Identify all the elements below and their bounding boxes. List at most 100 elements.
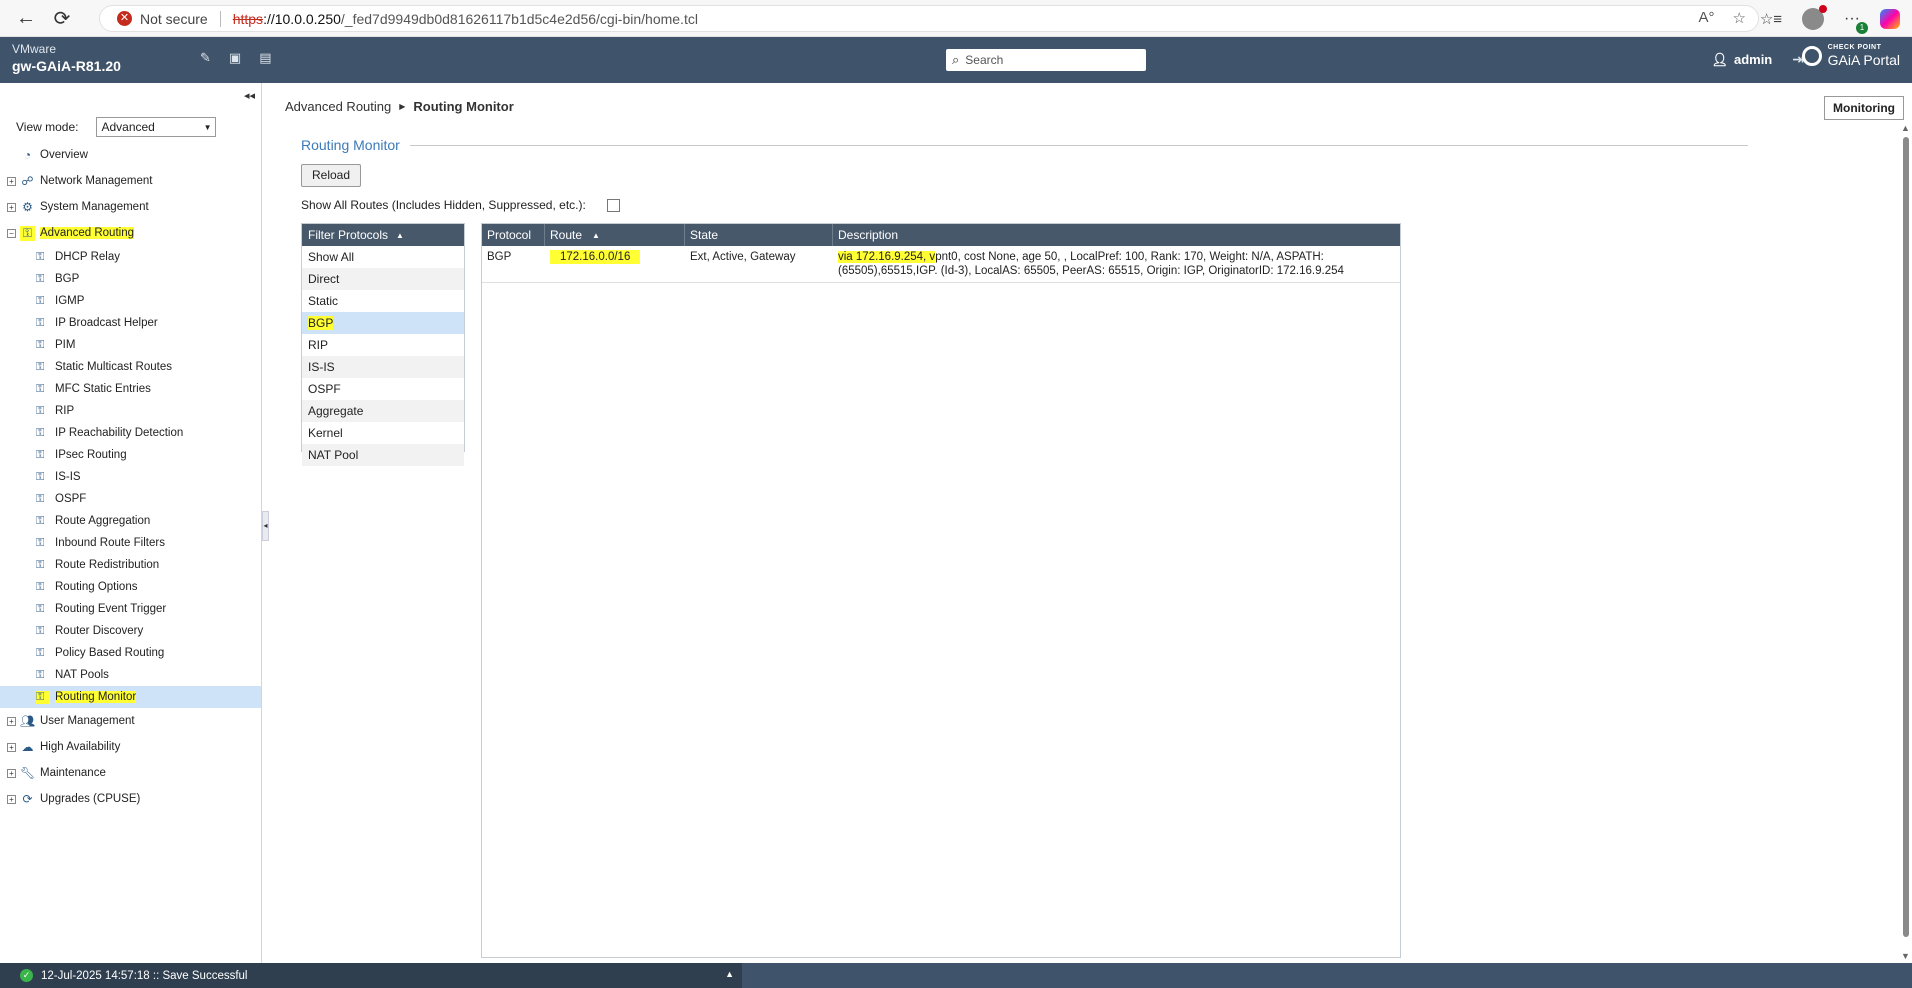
- security-status[interactable]: Not secure: [140, 11, 208, 27]
- favorites-icon[interactable]: ☆≡: [1760, 10, 1782, 28]
- user-name[interactable]: admin: [1734, 52, 1772, 67]
- url-host: ://10.0.0.250: [263, 10, 341, 27]
- document-icon[interactable]: ▤: [259, 50, 271, 66]
- pencil-icon[interactable]: ✎: [200, 50, 211, 66]
- routing-lock-icon: ⚿: [36, 624, 45, 637]
- expand-icon[interactable]: +: [7, 202, 16, 212]
- filter-item-direct[interactable]: Direct: [302, 268, 464, 290]
- sidebar-item-routing-monitor[interactable]: ⚿ Routing Monitor: [0, 686, 261, 708]
- sidebar-item-rip[interactable]: ⚿ RIP: [0, 400, 261, 422]
- scroll-thumb[interactable]: [1903, 137, 1909, 937]
- scroll-up-icon[interactable]: ▲: [1901, 123, 1910, 133]
- expand-icon[interactable]: +: [7, 768, 16, 778]
- sidebar-item-upgrades[interactable]: + ⟳ Upgrades (CPUSE): [0, 786, 261, 812]
- sidebar-item-router-discovery[interactable]: ⚿ Router Discovery: [0, 620, 261, 642]
- sidebar-item-high-availability[interactable]: + ☁ High Availability: [0, 734, 261, 760]
- collapse-icon[interactable]: −: [7, 228, 16, 238]
- copilot-icon[interactable]: [1880, 8, 1900, 29]
- filter-item-show-all[interactable]: Show All: [302, 246, 464, 268]
- search-icon: ⌕: [952, 52, 960, 67]
- sidebar-item-routing-event-trigger[interactable]: ⚿ Routing Event Trigger: [0, 598, 261, 620]
- warning-icon[interactable]: ✕: [117, 11, 132, 26]
- address-bar[interactable]: ✕ Not secure https://10.0.0.250/_fed7d99…: [99, 5, 1759, 32]
- favorite-star-icon[interactable]: ☆: [1733, 9, 1746, 27]
- filter-item-is-is[interactable]: IS-IS: [302, 356, 464, 378]
- sidebar-item-pim[interactable]: ⚿ PIM: [0, 334, 261, 356]
- show-all-label: Show All Routes (Includes Hidden, Suppre…: [301, 198, 586, 212]
- sidebar-item-bgp[interactable]: ⚿ BGP: [0, 268, 261, 290]
- reload-button[interactable]: Reload: [301, 164, 361, 187]
- refresh-icon[interactable]: ⟳: [44, 0, 80, 36]
- network-icon: ☍: [21, 174, 34, 188]
- sidebar-item-igmp[interactable]: ⚿ IGMP: [0, 290, 261, 312]
- sidebar-item-label: NAT Pools: [55, 669, 109, 681]
- filter-item-static[interactable]: Static: [302, 290, 464, 312]
- sidebar-item-inbound-route-filters[interactable]: ⚿ Inbound Route Filters: [0, 532, 261, 554]
- sidebar-item-nat-pools[interactable]: ⚿ NAT Pools: [0, 664, 261, 686]
- sidebar-item-ipsec-routing[interactable]: ⚿ IPsec Routing: [0, 444, 261, 466]
- column-state[interactable]: State: [685, 224, 833, 246]
- cell-state: Ext, Active, Gateway: [690, 251, 796, 263]
- sidebar-item-is-is[interactable]: ⚿ IS-IS: [0, 466, 261, 488]
- terminal-icon[interactable]: ▣: [229, 50, 241, 66]
- filter-item-kernel[interactable]: Kernel: [302, 422, 464, 444]
- expand-up-icon[interactable]: ▲: [725, 969, 734, 979]
- sidebar-item-label: Inbound Route Filters: [55, 537, 165, 549]
- main-content: ◂ Advanced Routing ▶ Routing Monitor Mon…: [262, 83, 1912, 963]
- expand-icon[interactable]: +: [7, 794, 16, 804]
- sidebar-item-mfc-static-entries[interactable]: ⚿ MFC Static Entries: [0, 378, 261, 400]
- breadcrumb-arrow-icon: ▶: [399, 102, 406, 111]
- sidebar-item-overview[interactable]: ◔ Overview: [0, 142, 261, 168]
- status-bar: ✓ 12-Jul-2025 14:57:18 :: Save Successfu…: [0, 963, 1912, 988]
- read-aloud-icon[interactable]: A°: [1699, 9, 1715, 27]
- expand-icon[interactable]: +: [7, 742, 16, 752]
- sidebar: ◂◂ View mode: Advanced ▼ ◔ Overview + ☍ …: [0, 83, 262, 963]
- profile-avatar[interactable]: [1802, 4, 1828, 30]
- scroll-down-icon[interactable]: ▼: [1901, 951, 1910, 961]
- sidebar-item-network-management[interactable]: + ☍ Network Management: [0, 168, 261, 194]
- sidebar-item-ospf[interactable]: ⚿ OSPF: [0, 488, 261, 510]
- filter-item-rip[interactable]: RIP: [302, 334, 464, 356]
- sidebar-item-ip-broadcast-helper[interactable]: ⚿ IP Broadcast Helper: [0, 312, 261, 334]
- sidebar-item-system-management[interactable]: + ⚙ System Management: [0, 194, 261, 220]
- sidebar-item-advanced-routing[interactable]: − ⚿ Advanced Routing: [0, 220, 261, 246]
- column-route[interactable]: Route ▲: [545, 224, 685, 246]
- sidebar-item-policy-based-routing[interactable]: ⚿ Policy Based Routing: [0, 642, 261, 664]
- view-mode-select[interactable]: Advanced ▼: [96, 117, 217, 137]
- column-protocol[interactable]: Protocol: [482, 224, 545, 246]
- sidebar-item-user-management[interactable]: + 👥︎ User Management: [0, 708, 261, 734]
- filter-item-aggregate[interactable]: Aggregate: [302, 400, 464, 422]
- show-all-checkbox[interactable]: [606, 198, 620, 212]
- breadcrumb-parent[interactable]: Advanced Routing: [285, 99, 391, 114]
- column-description[interactable]: Description: [833, 224, 1400, 246]
- filter-item-ospf[interactable]: OSPF: [302, 378, 464, 400]
- sidebar-item-routing-options[interactable]: ⚿ Routing Options: [0, 576, 261, 598]
- status-message-area[interactable]: ✓ 12-Jul-2025 14:57:18 :: Save Successfu…: [0, 963, 742, 988]
- sidebar-item-static-multicast-routes[interactable]: ⚿ Static Multicast Routes: [0, 356, 261, 378]
- search-placeholder: Search: [965, 53, 1004, 67]
- expand-icon[interactable]: +: [7, 176, 16, 186]
- sidebar-item-dhcp-relay[interactable]: ⚿ DHCP Relay: [0, 246, 261, 268]
- page-title: Routing Monitor: [301, 137, 400, 153]
- filter-header[interactable]: Filter Protocols ▲: [302, 224, 464, 246]
- search-input[interactable]: ⌕ Search: [946, 49, 1146, 71]
- more-icon[interactable]: ··· 1: [1844, 10, 1868, 34]
- filter-item-label: Kernel: [308, 426, 343, 440]
- monitoring-button[interactable]: Monitoring: [1824, 96, 1904, 120]
- filter-item-nat-pool[interactable]: NAT Pool: [302, 444, 464, 466]
- back-arrow-icon[interactable]: ←: [8, 0, 44, 36]
- sidebar-item-ip-reachability-detection[interactable]: ⚿ IP Reachability Detection: [0, 422, 261, 444]
- vertical-scrollbar[interactable]: ▲ ▼: [1900, 123, 1912, 963]
- notification-dot: [1819, 4, 1828, 13]
- filter-item-label: NAT Pool: [308, 448, 359, 462]
- collapse-sidebar-icon[interactable]: ◂◂: [244, 89, 255, 102]
- sidebar-item-route-redistribution[interactable]: ⚿ Route Redistribution: [0, 554, 261, 576]
- sidebar-item-maintenance[interactable]: + 🔧︎ Maintenance: [0, 760, 261, 786]
- sidebar-toggle-handle[interactable]: ◂: [262, 511, 269, 541]
- user-icon[interactable]: 👤︎: [1711, 52, 1728, 68]
- sidebar-item-route-aggregation[interactable]: ⚿ Route Aggregation: [0, 510, 261, 532]
- expand-icon[interactable]: +: [7, 716, 16, 726]
- brand-bottom-text: GAiA Portal: [1827, 52, 1900, 68]
- filter-item-bgp[interactable]: BGP: [302, 312, 464, 334]
- table-row[interactable]: BGP 172.16.0.0/16 Ext, Active, Gateway v…: [482, 246, 1400, 283]
